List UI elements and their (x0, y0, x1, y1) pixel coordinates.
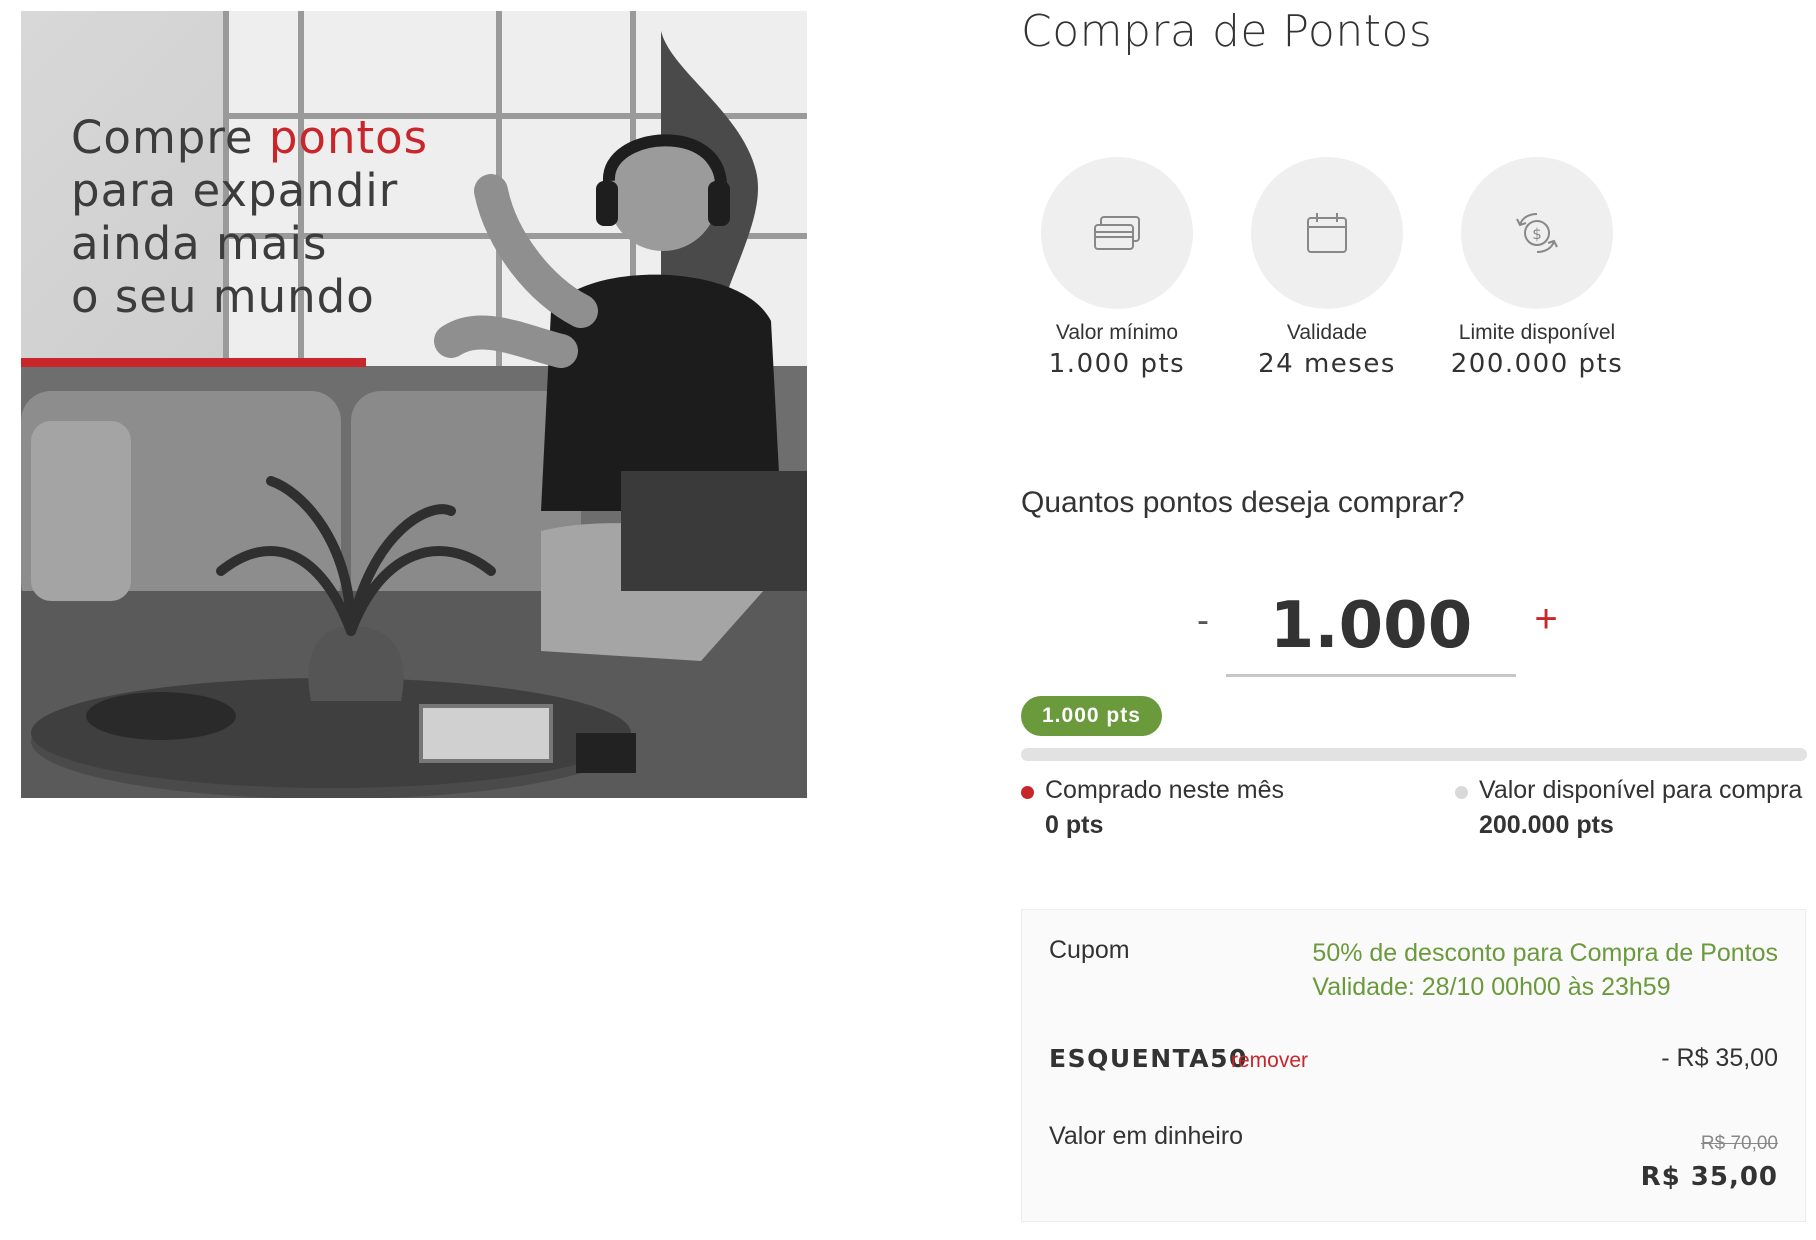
promo-headline-highlight: pontos (268, 111, 429, 164)
info-card-limit: $ Limite disponível 200.000 pts (1432, 157, 1642, 379)
coupon-description-line: 50% de desconto para Compra de Pontos (1312, 939, 1778, 967)
selected-points-badge: 1.000 pts (1021, 696, 1162, 736)
increment-button[interactable]: + (1528, 594, 1564, 644)
info-card-circle (1251, 157, 1403, 309)
legend-available: Valor disponível para compra 200.000 pts (1455, 776, 1802, 840)
order-summary: Cupom 50% de desconto para Compra de Pon… (1021, 909, 1806, 1222)
info-card-label: Limite disponível (1458, 321, 1616, 344)
quantity-question: Quantos pontos deseja comprar? (1021, 486, 1465, 519)
promo-underline (21, 358, 366, 367)
promo-headline: Compre pontos para expandir ainda mais o … (71, 111, 428, 323)
points-quantity-input[interactable] (1226, 578, 1516, 677)
page-title: Compra de Pontos (1021, 6, 1433, 57)
coupon-validity-line: Validade: 28/10 00h00 às 23h59 (1312, 973, 1671, 1001)
purchase-progress-bar (1021, 748, 1807, 761)
info-card-value: 24 meses (1258, 349, 1396, 379)
promo-headline-rest: para expandir ainda mais o seu mundo (71, 164, 399, 323)
coupon-description: 50% de desconto para Compra de Pontos Va… (1312, 936, 1778, 1004)
calendar-icon (1307, 213, 1347, 253)
info-card-label: Validade (1286, 321, 1368, 344)
info-card-value: 200.000 pts (1450, 349, 1624, 379)
legend-bought: Comprado neste mês 0 pts (1021, 776, 1284, 840)
legend-bought-label: Comprado neste mês (1045, 776, 1285, 804)
decrement-button[interactable]: - (1185, 595, 1221, 645)
coupon-label: Cupom (1049, 936, 1130, 964)
legend-bought-value: 0 pts (1045, 811, 1104, 839)
info-card-circle: $ (1461, 157, 1613, 309)
info-card-minimum: Valor mínimo 1.000 pts (1012, 157, 1222, 379)
remove-coupon-link[interactable]: remover (1231, 1049, 1308, 1073)
cash-value-label: Valor em dinheiro (1049, 1122, 1244, 1150)
coupon-discount: - R$ 35,00 (1661, 1044, 1778, 1072)
info-card-validity: Validade 24 meses (1222, 157, 1432, 379)
legend-available-label: Valor disponível para compra (1479, 776, 1803, 804)
promo-headline-part: Compre (71, 111, 269, 164)
gray-dot-icon (1455, 786, 1468, 799)
money-exchange-icon: $ (1516, 213, 1558, 253)
coupon-code: ESQUENTA50 (1049, 1044, 1248, 1073)
info-card-circle (1041, 157, 1193, 309)
red-dot-icon (1021, 786, 1034, 799)
info-card-value: 1.000 pts (1048, 349, 1186, 379)
promo-banner: Compre pontos para expandir ainda mais o … (21, 11, 807, 798)
credit-card-icon (1094, 216, 1140, 250)
original-price: R$ 70,00 (1700, 1133, 1778, 1154)
svg-text:$: $ (1532, 225, 1542, 243)
legend-available-value: 200.000 pts (1479, 811, 1614, 839)
final-price: R$ 35,00 (1640, 1162, 1778, 1192)
info-card-label: Valor mínimo (1055, 321, 1179, 344)
